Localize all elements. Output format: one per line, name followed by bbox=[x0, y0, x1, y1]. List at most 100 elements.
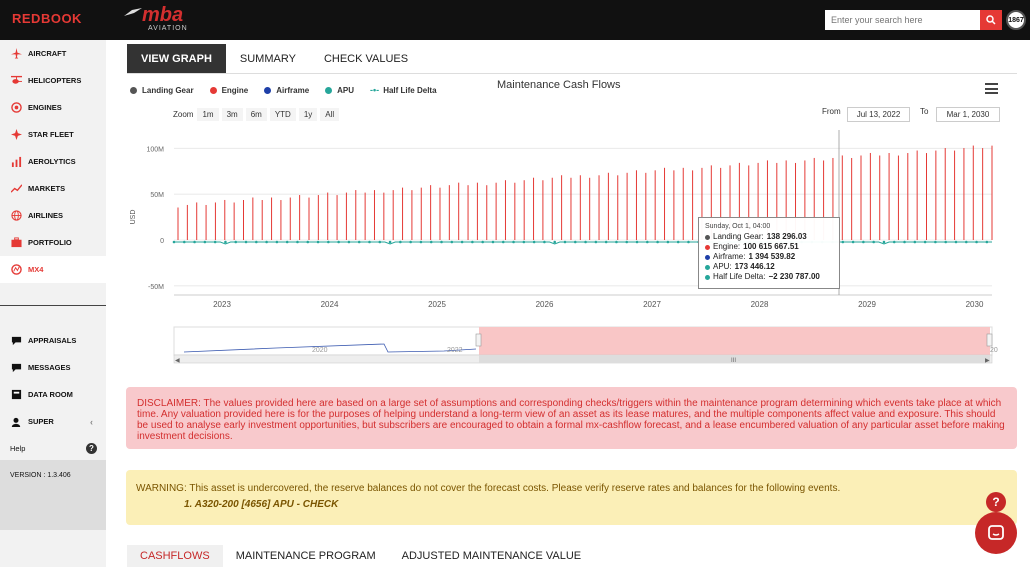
zoom-1y-button[interactable]: 1y bbox=[298, 108, 318, 121]
apu-point[interactable] bbox=[913, 240, 917, 244]
apu-point[interactable] bbox=[306, 240, 310, 244]
apu-point[interactable] bbox=[862, 240, 865, 244]
zoom-3m-button[interactable]: 3m bbox=[221, 108, 243, 121]
apu-point[interactable] bbox=[234, 240, 238, 244]
apu-point[interactable] bbox=[892, 240, 896, 244]
apu-point[interactable] bbox=[440, 240, 443, 244]
to-date-input[interactable]: Mar 1, 2030 bbox=[936, 107, 1000, 122]
apu-point[interactable] bbox=[429, 240, 433, 244]
apu-point[interactable] bbox=[543, 240, 546, 244]
apu-point[interactable] bbox=[419, 240, 423, 244]
mba-logo[interactable]: mba AVIATION bbox=[124, 4, 194, 34]
sidebar-item-help[interactable]: Help ? bbox=[0, 435, 106, 462]
tab-maintenance-program[interactable]: MAINTENANCE PROGRAM bbox=[223, 545, 389, 567]
apu-point[interactable] bbox=[224, 240, 227, 244]
zoom-1m-button[interactable]: 1m bbox=[197, 108, 219, 121]
zoom-6m-button[interactable]: 6m bbox=[245, 108, 267, 121]
apu-point[interactable] bbox=[841, 240, 845, 244]
apu-point[interactable] bbox=[615, 240, 618, 244]
apu-point[interactable] bbox=[676, 240, 680, 244]
apu-point[interactable] bbox=[265, 240, 268, 244]
tab-summary[interactable]: SUMMARY bbox=[226, 44, 310, 74]
apu-point[interactable] bbox=[635, 240, 639, 244]
apu-point[interactable] bbox=[903, 240, 906, 244]
search-button[interactable] bbox=[980, 10, 1002, 30]
apu-point[interactable] bbox=[471, 240, 474, 244]
apu-point[interactable] bbox=[255, 240, 258, 244]
apu-point[interactable] bbox=[316, 240, 320, 244]
brand-logo[interactable]: REDBOOK bbox=[12, 11, 82, 26]
help-icon[interactable]: ? bbox=[86, 443, 97, 454]
sidebar-item-engines[interactable]: ENGINES bbox=[0, 94, 106, 121]
apu-point[interactable] bbox=[882, 240, 886, 244]
apu-point[interactable] bbox=[646, 240, 649, 244]
apu-point[interactable] bbox=[573, 240, 577, 244]
apu-point[interactable] bbox=[460, 240, 464, 244]
sidebar-item-super[interactable]: SUPER ‹ bbox=[0, 408, 106, 435]
navigator-selection[interactable] bbox=[479, 327, 990, 355]
zoom-ytd-button[interactable]: YTD bbox=[269, 108, 296, 121]
chat-launcher-button[interactable] bbox=[975, 512, 1017, 554]
apu-point[interactable] bbox=[872, 240, 875, 244]
help-question-icon[interactable]: ? bbox=[986, 492, 1006, 512]
apu-point[interactable] bbox=[244, 240, 248, 244]
apu-point[interactable] bbox=[687, 240, 690, 244]
apu-point[interactable] bbox=[357, 240, 361, 244]
apu-point[interactable] bbox=[481, 240, 484, 244]
zoom-all-button[interactable]: All bbox=[320, 108, 340, 121]
apu-point[interactable] bbox=[563, 240, 567, 244]
apu-point[interactable] bbox=[512, 240, 515, 244]
apu-point[interactable] bbox=[985, 240, 989, 244]
apu-point[interactable] bbox=[388, 240, 392, 244]
apu-point[interactable] bbox=[193, 240, 196, 244]
sidebar-item-appraisals[interactable]: APPRAISALS bbox=[0, 327, 106, 354]
apu-point[interactable] bbox=[203, 240, 207, 244]
tab-adjusted-maintenance-value[interactable]: ADJUSTED MAINTENANCE VALUE bbox=[389, 545, 595, 567]
sidebar-item-mx4[interactable]: MX4 bbox=[0, 256, 106, 283]
apu-point[interactable] bbox=[172, 240, 176, 244]
apu-point[interactable] bbox=[522, 240, 526, 244]
apu-point[interactable] bbox=[594, 240, 598, 244]
tab-cashflows[interactable]: CASHFLOWS bbox=[127, 545, 223, 567]
apu-point[interactable] bbox=[327, 240, 330, 244]
scroll-left-icon[interactable]: ◀ bbox=[175, 358, 180, 364]
apu-point[interactable] bbox=[368, 240, 371, 244]
avatar[interactable]: 1867 bbox=[1006, 10, 1026, 30]
sidebar-item-star-fleet[interactable]: STAR FLEET bbox=[0, 121, 106, 148]
tab-view-graph[interactable]: VIEW GRAPH bbox=[127, 44, 226, 74]
apu-point[interactable] bbox=[337, 240, 340, 244]
apu-point[interactable] bbox=[954, 240, 958, 244]
legend-engine[interactable]: Engine bbox=[209, 85, 248, 95]
tab-check-values[interactable]: CHECK VALUES bbox=[310, 44, 422, 74]
from-date-input[interactable]: Jul 13, 2022 bbox=[847, 107, 910, 122]
legend-half-life-delta[interactable]: -•- Half Life Delta bbox=[370, 85, 437, 95]
chevron-left-icon[interactable]: ‹ bbox=[90, 417, 93, 427]
apu-point[interactable] bbox=[656, 240, 659, 244]
apu-point[interactable] bbox=[975, 240, 978, 244]
sidebar-item-aerolytics[interactable]: AEROLYTICS bbox=[0, 148, 106, 175]
apu-point[interactable] bbox=[409, 240, 412, 244]
apu-point[interactable] bbox=[501, 240, 505, 244]
apu-point[interactable] bbox=[923, 240, 927, 244]
sidebar-item-messages[interactable]: MESSAGES bbox=[0, 354, 106, 381]
sidebar-item-aircraft[interactable]: AIRCRAFT bbox=[0, 40, 106, 67]
sidebar-item-data-room[interactable]: DATA ROOM bbox=[0, 381, 106, 408]
apu-point[interactable] bbox=[399, 240, 402, 244]
apu-point[interactable] bbox=[296, 240, 299, 244]
legend-airframe[interactable]: Airframe bbox=[264, 85, 309, 95]
sidebar-item-helicopters[interactable]: HELICOPTERS bbox=[0, 67, 106, 94]
apu-point[interactable] bbox=[285, 240, 289, 244]
legend-landing-gear[interactable]: Landing Gear bbox=[130, 85, 194, 95]
apu-point[interactable] bbox=[944, 240, 947, 244]
sidebar-item-markets[interactable]: MARKETS bbox=[0, 175, 106, 202]
apu-point[interactable] bbox=[378, 240, 382, 244]
apu-point[interactable] bbox=[182, 240, 186, 244]
legend-apu[interactable]: APU bbox=[325, 85, 354, 95]
apu-point[interactable] bbox=[584, 240, 587, 244]
apu-point[interactable] bbox=[666, 240, 670, 244]
apu-point[interactable] bbox=[553, 240, 557, 244]
apu-point[interactable] bbox=[934, 240, 937, 244]
scroll-right-icon[interactable]: ▶ bbox=[985, 358, 990, 364]
navigator-handle-right[interactable] bbox=[986, 333, 993, 347]
apu-point[interactable] bbox=[450, 240, 454, 244]
